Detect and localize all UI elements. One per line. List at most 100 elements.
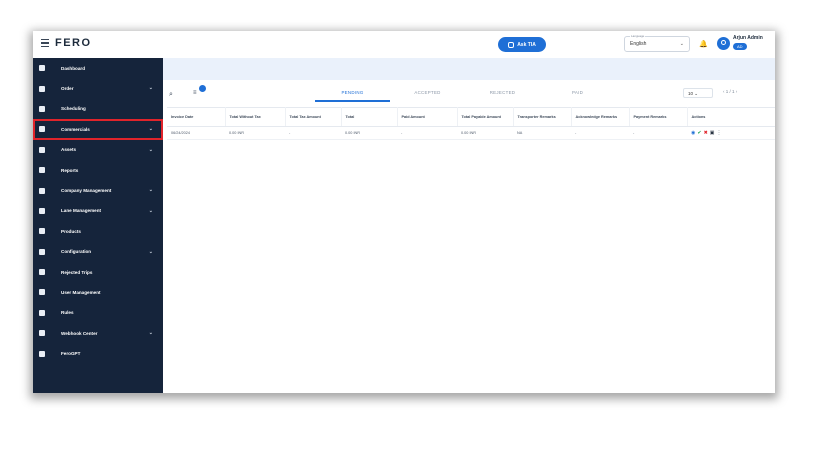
column-header[interactable]: Acknowledge Remarks — [571, 107, 630, 127]
sidebar-item-commercials[interactable]: Commercials ⌄ — [33, 119, 163, 140]
reject-x-icon[interactable]: ✖ — [704, 130, 708, 136]
page-info-text: 1 / 1 — [725, 89, 735, 94]
invoices-table: Invoice Date Total Without Tax Total Tax A… — [167, 107, 775, 140]
sidebar-item-label: Rules — [61, 310, 74, 316]
tab-accepted[interactable]: ACCEPTED — [390, 90, 465, 95]
table-cell: - — [629, 126, 687, 140]
sidebar-item-reports[interactable]: Reports — [33, 160, 163, 180]
sidebar: Dashboard Order ⌄ Scheduling Commercials ⌄ Ass… — [33, 58, 163, 393]
sidebar-item-label: Reports — [61, 167, 79, 173]
column-header[interactable]: Total Without Tax — [225, 107, 286, 127]
table-row[interactable]: 06/24/2024 0.00 INR -0.00 INR -0.00 INR NA - -… — [167, 126, 775, 140]
column-header[interactable]: Total — [341, 107, 398, 127]
rules-icon — [38, 309, 45, 316]
column-header[interactable]: Invoice Date — [167, 107, 226, 127]
user-avatar[interactable] — [717, 37, 730, 50]
page-size-value: 10 — [688, 91, 694, 96]
sidebar-item-products[interactable]: Products — [33, 221, 163, 241]
ferogpt-icon — [38, 350, 45, 357]
tab-pending[interactable]: PENDING — [315, 90, 390, 95]
sidebar-item-configuration[interactable]: Configuration ⌄ — [33, 242, 163, 262]
status-tabs: PENDING ACCEPTED REJECTED PAID — [315, 90, 615, 95]
active-tab-indicator — [315, 100, 390, 102]
column-header[interactable]: Total Tax Amount — [285, 107, 342, 127]
column-header[interactable]: Transporter Remarks — [513, 107, 572, 127]
sidebar-item-label: Assets — [61, 147, 77, 153]
sidebar-item-webhook-center[interactable]: Webhook Center ⌄ — [33, 323, 163, 343]
order-icon — [38, 85, 45, 92]
table-cell: 06/24/2024 — [167, 126, 225, 140]
tab-paid[interactable]: PAID — [540, 90, 615, 95]
sidebar-item-label: Company Management — [61, 188, 112, 194]
page-size-select[interactable]: 10 ⌄ — [683, 88, 713, 98]
sidebar-item-scheduling[interactable]: Scheduling — [33, 99, 163, 119]
rejected-icon — [38, 269, 45, 276]
table-header-row: Invoice Date Total Without Tax Total Tax A… — [167, 107, 775, 127]
pagination-info: ‹ 1 / 1 › — [723, 89, 737, 94]
column-header[interactable]: Payment Remarks — [629, 107, 688, 127]
chevron-down-icon: ⌄ — [148, 207, 153, 214]
dashboard-icon — [38, 65, 45, 72]
language-value: English — [630, 41, 647, 47]
view-eye-icon[interactable]: ◉ — [691, 130, 695, 136]
sidebar-item-label: Configuration — [61, 249, 92, 255]
chevron-down-icon: ⌄ — [679, 41, 684, 47]
top-bar: FERO Ask TIA Language English ⌄ 🔔 Arjun … — [33, 31, 775, 59]
sidebar-item-rules[interactable]: Rules — [33, 303, 163, 323]
bot-icon — [508, 41, 515, 48]
table-cell: - — [397, 126, 457, 140]
sidebar-item-ferogpt[interactable]: FeroGPT — [33, 343, 163, 363]
sidebar-item-label: FeroGPT — [61, 351, 81, 357]
users-icon — [38, 289, 45, 296]
column-header[interactable]: Paid Amount — [397, 107, 458, 127]
search-icon[interactable]: ⌕ — [169, 91, 173, 99]
prev-page-icon[interactable]: ‹ — [723, 89, 725, 94]
column-header[interactable]: Total Payable Amount — [457, 107, 514, 127]
more-options-icon[interactable]: ⋮ — [717, 130, 722, 136]
chevron-down-icon: ⌄ — [148, 85, 153, 92]
scheduling-icon — [38, 105, 45, 112]
chevron-down-icon: ⌄ — [148, 146, 153, 153]
company-icon — [38, 187, 45, 194]
table-cell: 0.00 INR — [457, 126, 513, 140]
sidebar-item-user-management[interactable]: User Management — [33, 282, 163, 302]
column-header[interactable]: Actions — [687, 107, 775, 127]
sidebar-item-rejected-trips[interactable]: Rejected Trips — [33, 262, 163, 282]
sidebar-item-label: Commercials — [61, 126, 90, 132]
filter-icon[interactable]: ≡ — [193, 90, 197, 96]
sidebar-item-label: Order — [61, 86, 74, 92]
approve-check-icon[interactable]: ✔ — [697, 130, 701, 136]
sidebar-item-company-management[interactable]: Company Management ⌄ — [33, 180, 163, 200]
hamburger-menu-icon[interactable] — [41, 39, 49, 48]
document-icon[interactable]: ▣ — [710, 130, 715, 136]
notification-bell-icon[interactable]: 🔔 — [699, 40, 708, 48]
chevron-down-icon: ⌄ — [694, 91, 699, 96]
sidebar-item-dashboard[interactable]: Dashboard — [33, 58, 163, 78]
products-icon — [38, 228, 45, 235]
webhook-icon — [38, 330, 45, 337]
tab-rejected[interactable]: REJECTED — [465, 90, 540, 95]
table-cell: NA — [513, 126, 571, 140]
language-label: Language — [630, 34, 646, 38]
chevron-down-icon: ⌄ — [148, 187, 153, 194]
user-role-badge: AD — [733, 43, 747, 50]
table-cell: - — [285, 126, 341, 140]
sidebar-item-order[interactable]: Order ⌄ — [33, 78, 163, 98]
table-cell: 0.00 INR — [225, 126, 285, 140]
page-header-band — [163, 58, 775, 80]
sidebar-item-lane-management[interactable]: Lane Management ⌄ — [33, 201, 163, 221]
ask-tia-button[interactable]: Ask TIA — [498, 37, 546, 52]
table-cell: 0.00 INR — [341, 126, 397, 140]
next-page-icon[interactable]: › — [736, 89, 738, 94]
actions-cell: ◉ ✔ ✖ ▣ ⋮ — [687, 126, 775, 140]
sidebar-item-label: Products — [61, 228, 81, 234]
sidebar-item-label: Rejected Trips — [61, 269, 93, 275]
chevron-down-icon: ⌄ — [148, 248, 153, 255]
language-select[interactable]: Language English ⌄ — [624, 34, 690, 52]
lane-icon — [38, 207, 45, 214]
sidebar-item-label: Webhook Center — [61, 330, 98, 336]
sidebar-item-assets[interactable]: Assets ⌄ — [33, 140, 163, 160]
commercials-icon — [38, 126, 45, 133]
gear-icon — [38, 248, 45, 255]
sidebar-item-label: Scheduling — [61, 106, 86, 112]
